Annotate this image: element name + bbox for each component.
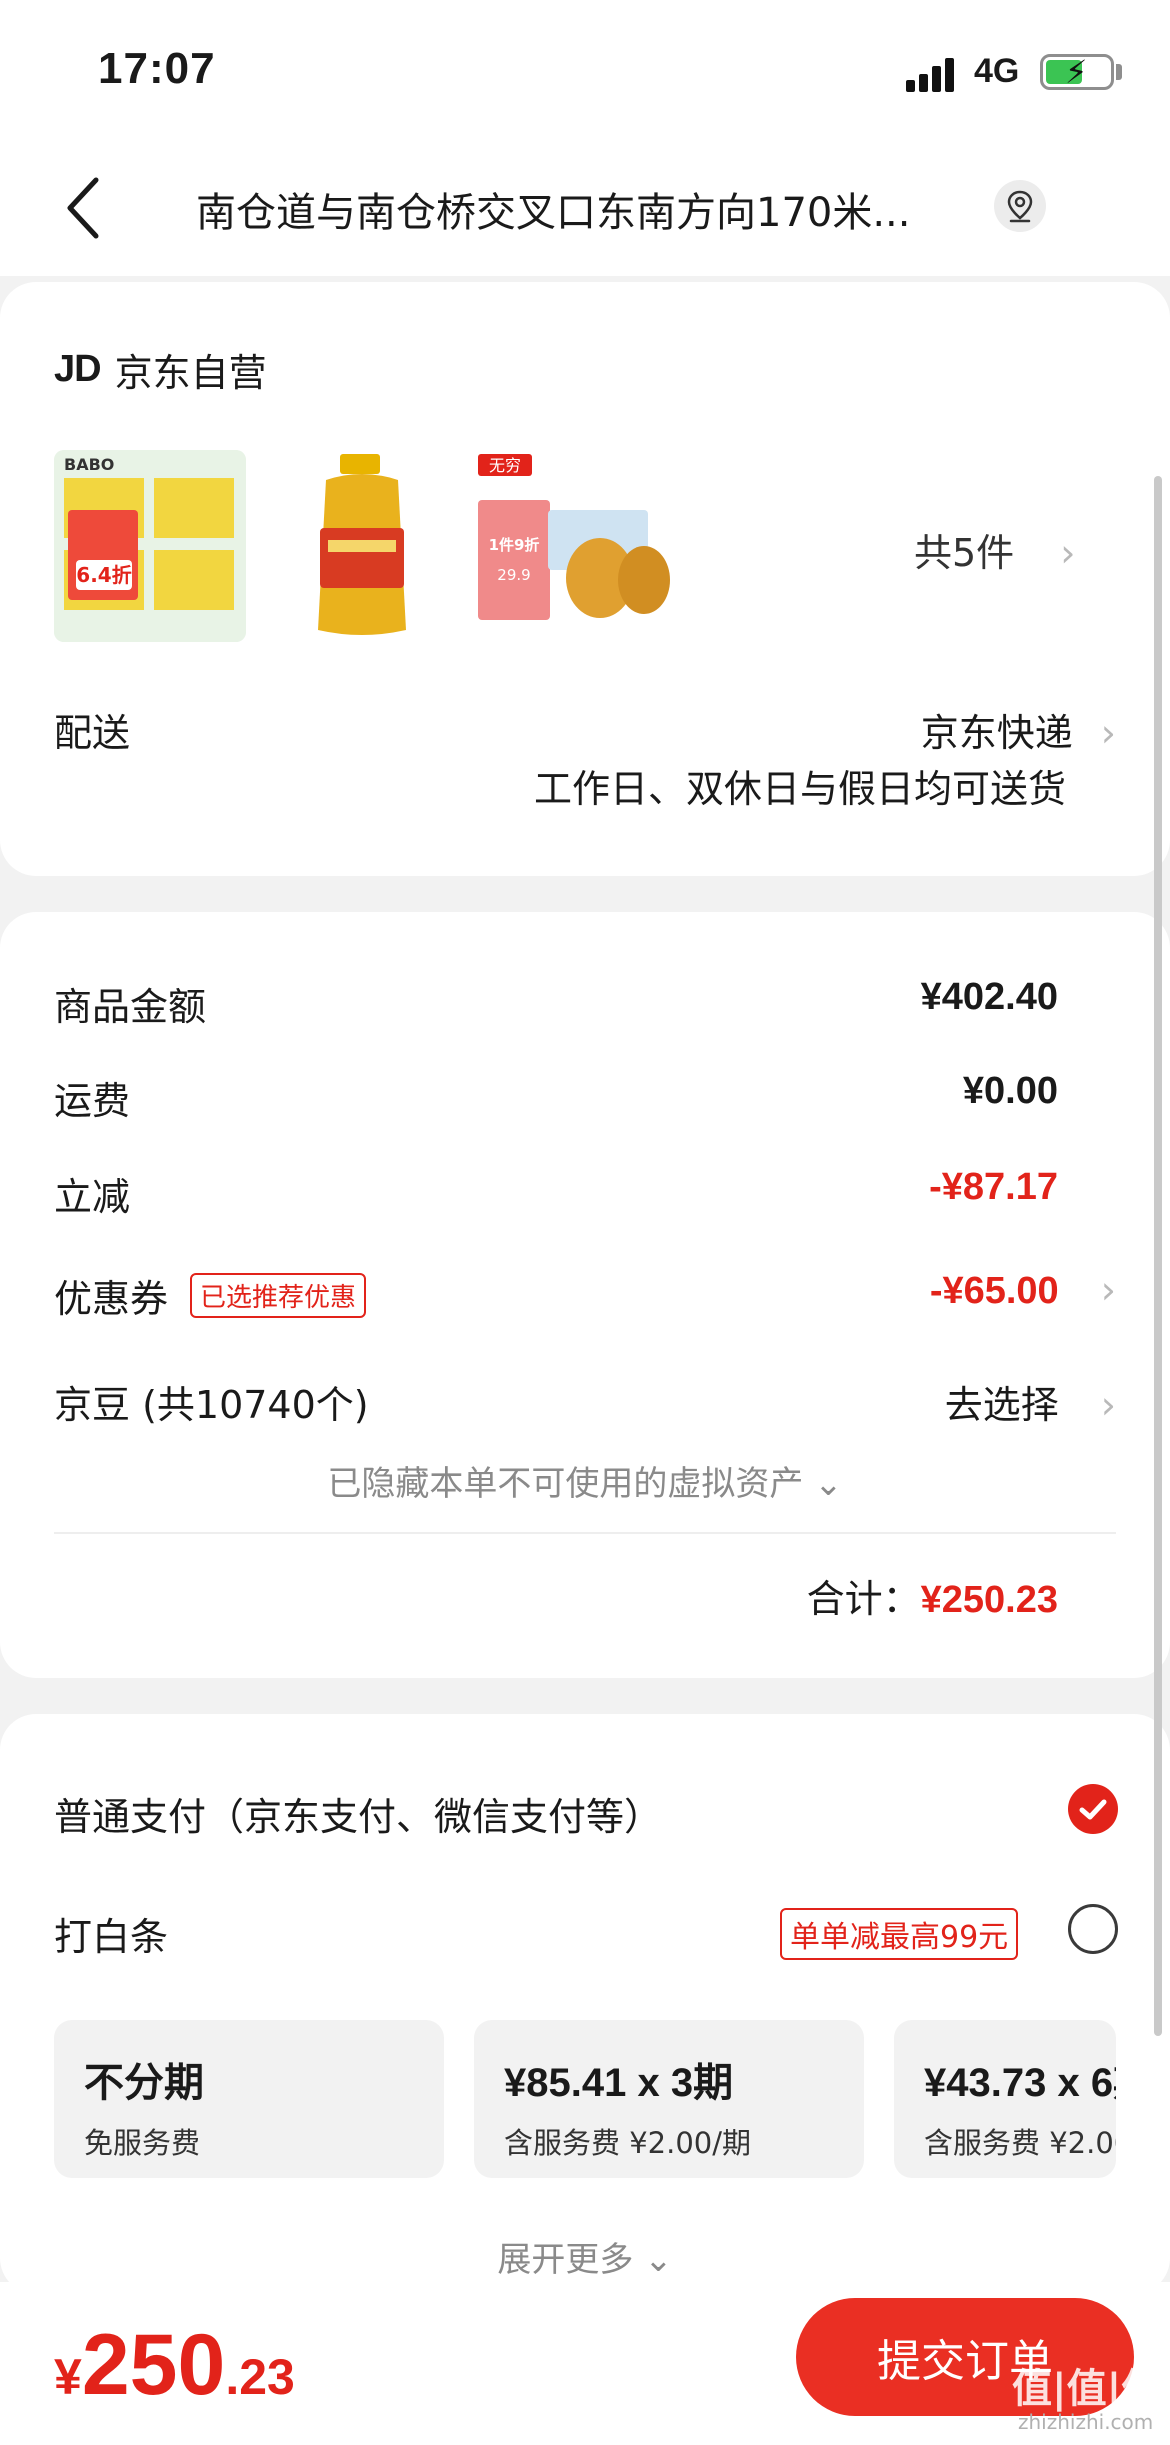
coupon-row[interactable]: 优惠券 已选推荐优惠 [54,1268,367,1323]
footer-currency: ¥ [54,2349,82,2405]
goods-amount-label: 商品金额 [54,985,207,1029]
divider [54,1532,1116,1534]
item-count: 共5件 [914,531,1015,575]
watermark-url: zhizhizhi.com [1018,2410,1154,2434]
thumb-brand: 无穷 [489,456,521,475]
thumb-badge: 1件9折 [489,536,540,554]
beans-select-link[interactable]: 去选择 › [945,1374,1116,1429]
coupon-label: 优惠券 [54,1277,169,1321]
product-thumb-eggs[interactable]: 无穷 1件9折 29.9 [470,450,680,642]
jd-logo: JD [54,348,102,390]
total-value: ¥250.23 [920,1579,1058,1621]
expand-more-toggle[interactable]: 展开更多 ⌄ [0,2232,1170,2281]
beans-label: 京豆 (共10740个) [54,1383,369,1427]
store-name: 京东自营 [114,351,267,395]
plan-sub: 含服务费 ¥2.00/期 [504,2126,752,2160]
coupon-value: -¥65.00 [929,1270,1059,1312]
delivery-label: 配送 [54,711,131,755]
installment-plan-3[interactable]: ¥85.41 x 3期 含服务费 ¥2.00/期 [474,2020,864,2178]
delivery-carrier-link[interactable]: 京东快递 › [700,702,1116,757]
shipping-label: 运费 [54,1079,131,1123]
signal-icon [906,58,958,92]
thumb-brand: BABO [64,455,114,474]
back-icon[interactable] [56,168,116,248]
delivery-address[interactable]: 南仓道与南仓桥交叉口东南方向170米... [196,180,966,238]
thumb-badge: 6.4折 [76,563,131,587]
item-count-link[interactable]: 共5件 › [914,522,1075,577]
plan-title: ¥43.73 x 6期 [924,2061,1116,2105]
network-label: 4G [974,52,1020,90]
plan-sub: 含服务费 ¥2.00/期 [924,2126,1116,2160]
footer-amount-int: 250 [81,2317,226,2413]
baitiao-promo-tag: 单单减最高99元 [780,1908,1019,1960]
chevron-right-icon: › [1100,1268,1116,1312]
discount-value: -¥87.17 [929,1166,1058,1208]
payment-option-baitiao[interactable]: 打白条 [54,1906,168,1961]
discount-label: 立减 [54,1175,131,1219]
scrollbar[interactable] [1154,476,1162,2036]
installment-plan-none[interactable]: 不分期 免服务费 [54,2020,444,2178]
chevron-right-icon: › [1100,711,1116,755]
battery-icon: ⚡ [1040,53,1114,91]
shipping-value: ¥0.00 [962,1070,1058,1112]
product-thumb-oil[interactable] [306,450,418,642]
store-header: JD 京东自营 [54,342,267,397]
status-time: 17:07 [98,44,216,93]
plan-title: 不分期 [84,2061,204,2105]
total-label: 合计： [806,1577,921,1621]
location-pin-icon[interactable] [994,180,1046,232]
chevron-right-icon: › [1100,1383,1116,1427]
hidden-assets-toggle[interactable]: 已隐藏本单不可使用的虚拟资产 ⌄ [0,1456,1170,1505]
coupon-value-link[interactable]: -¥65.00 › [930,1268,1116,1313]
plan-sub: 免服务费 [84,2126,201,2160]
product-thumb-babo[interactable]: 6.4折 BABO [54,450,246,642]
installment-plan-6[interactable]: ¥43.73 x 6期 含服务费 ¥2.00/期 [894,2020,1116,2178]
battery-cap [1116,64,1122,80]
coupon-tag: 已选推荐优惠 [190,1273,367,1318]
radio-unchecked-icon[interactable] [1068,1904,1118,1954]
delivery-carrier: 京东快递 [920,711,1073,755]
plan-title: ¥85.41 x 3期 [504,2061,734,2105]
delivery-note: 工作日、双休日与假日均可送货 [533,767,1066,811]
goods-amount-value: ¥402.40 [920,976,1058,1018]
beans-action: 去选择 [944,1383,1059,1427]
footer-amount-dec: .23 [225,2349,295,2405]
watermark: 值|值|值 [1012,2366,1162,2412]
thumb-price: 29.9 [497,566,530,584]
checkmark-icon[interactable] [1068,1784,1118,1834]
chevron-right-icon: › [1060,531,1076,575]
footer-total: ¥ 250 .23 [54,2316,295,2415]
order-total-row: 合计：¥250.23 [807,1568,1058,1623]
payment-option-standard[interactable]: 普通支付（京东支付、微信支付等） [54,1786,662,1841]
